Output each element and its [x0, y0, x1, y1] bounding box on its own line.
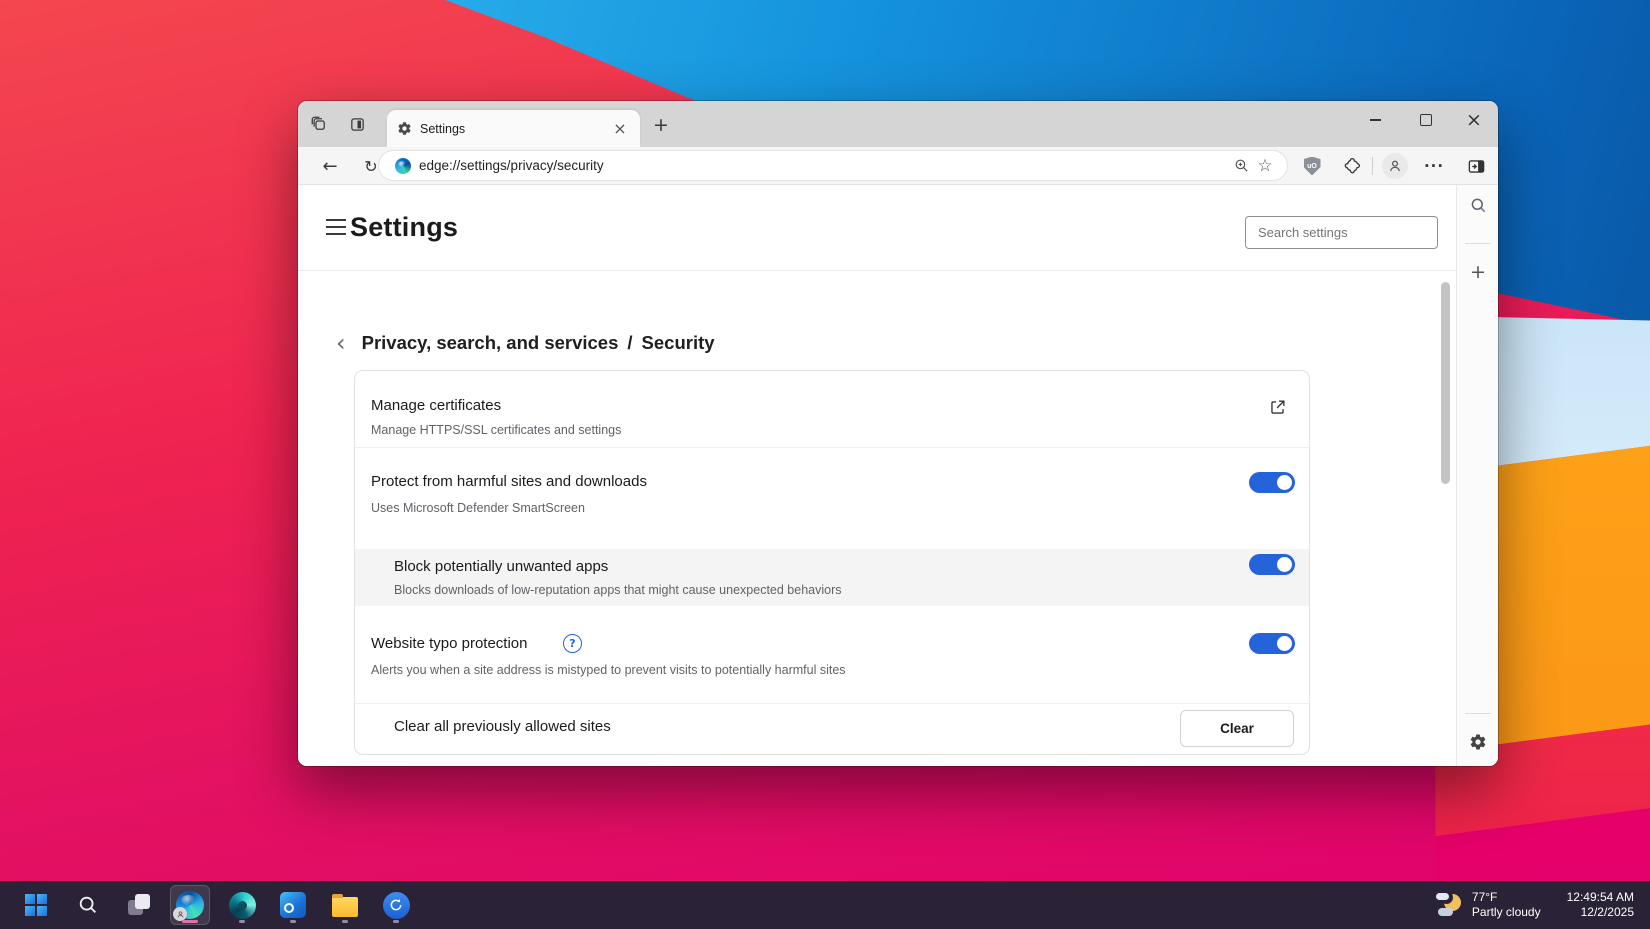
smartscreen-toggle[interactable]	[1249, 472, 1295, 493]
header-divider	[298, 270, 1456, 271]
security-settings-card: Manage certificates Manage HTTPS/SSL cer…	[354, 370, 1310, 755]
adblock-shield-icon[interactable]: uO	[1298, 152, 1326, 180]
workspaces-icon[interactable]	[306, 111, 332, 137]
desktop: Settings × + × ← ↻ edge://settings/priva…	[0, 0, 1650, 929]
sync-app-icon	[383, 892, 410, 919]
weather-condition: Partly cloudy	[1472, 905, 1541, 920]
breadcrumb-back-icon[interactable]: ‹	[336, 332, 346, 354]
tab-close-icon[interactable]: ×	[610, 119, 630, 139]
breadcrumb-current: Security	[642, 332, 715, 354]
sidebar-add-icon[interactable]: +	[1464, 258, 1492, 286]
search-icon	[77, 894, 99, 916]
extensions-icon[interactable]	[1337, 152, 1365, 180]
split-screen-icon[interactable]	[1462, 152, 1490, 180]
zoom-in-icon[interactable]	[1229, 154, 1253, 178]
edge-profile-badge	[173, 907, 187, 921]
partly-cloudy-night-icon	[1435, 891, 1463, 919]
browser-window: Settings × + × ← ↻ edge://settings/priva…	[298, 101, 1498, 766]
taskbar-file-explorer-button[interactable]	[325, 885, 365, 925]
more-menu-icon[interactable]: ···	[1420, 152, 1448, 180]
row-title: Clear all previously allowed sites	[394, 718, 611, 735]
clear-button[interactable]: Clear	[1180, 710, 1294, 747]
address-bar[interactable]: edge://settings/privacy/security ☆	[379, 151, 1287, 180]
weather-widget[interactable]: 77°F Partly cloudy	[1435, 890, 1541, 920]
taskbar-edge-button[interactable]	[170, 885, 210, 925]
taskbar-search-button[interactable]	[68, 885, 108, 925]
taskbar-sync-app-button[interactable]	[376, 885, 416, 925]
window-close-button[interactable]: ×	[1452, 101, 1496, 139]
row-subtitle: Manage HTTPS/SSL certificates and settin…	[371, 423, 621, 437]
task-view-icon	[127, 893, 151, 917]
edge-icon	[176, 891, 204, 919]
edge-favicon-icon	[395, 158, 411, 174]
tab-favicon-gear-icon	[397, 121, 412, 136]
tab-title: Settings	[420, 122, 610, 136]
breadcrumb: ‹ Privacy, search, and services / Securi…	[336, 332, 715, 354]
favorite-star-icon[interactable]: ☆	[1253, 154, 1277, 178]
task-view-button[interactable]	[119, 885, 159, 925]
adblock-badge-text: uO	[1307, 163, 1317, 170]
toolbar-divider	[1372, 157, 1373, 175]
tab-actions-icon[interactable]	[344, 111, 370, 137]
tab-settings[interactable]: Settings ×	[387, 110, 640, 147]
swirl-app-icon	[229, 892, 256, 919]
windows-logo-icon	[25, 894, 47, 916]
row-subtitle: Alerts you when a site address is mistyp…	[371, 663, 846, 677]
row-title: Manage certificates	[371, 397, 501, 414]
tab-strip: Settings × + ×	[298, 101, 1498, 147]
row-block-pua: Block potentially unwanted apps Blocks d…	[355, 549, 1309, 606]
scrollbar-thumb[interactable]	[1441, 282, 1450, 484]
taskbar-swirl-app-button[interactable]	[222, 885, 262, 925]
outlook-icon	[280, 892, 306, 918]
search-settings-input[interactable]	[1245, 216, 1438, 249]
typo-protection-toggle[interactable]	[1249, 633, 1295, 654]
file-explorer-icon	[332, 897, 358, 917]
tray-date: 12/2/2025	[1567, 905, 1634, 920]
taskbar-outlook-button[interactable]	[273, 885, 313, 925]
row-divider	[355, 447, 1309, 448]
row-divider	[355, 703, 1309, 704]
browser-body: Settings ‹ Privacy, search, and services…	[298, 185, 1498, 766]
page-title: Settings	[350, 212, 458, 243]
open-external-icon[interactable]	[1268, 398, 1287, 422]
window-maximize-button[interactable]	[1404, 101, 1448, 139]
clock-widget[interactable]: 12:49:54 AM 12/2/2025	[1567, 890, 1634, 920]
row-title: Protect from harmful sites and downloads	[371, 473, 647, 490]
sidebar-divider	[1465, 713, 1491, 714]
settings-page: Settings ‹ Privacy, search, and services…	[298, 185, 1456, 766]
new-tab-button[interactable]: +	[648, 112, 674, 138]
tray-time: 12:49:54 AM	[1567, 890, 1634, 905]
block-pua-toggle[interactable]	[1249, 554, 1295, 575]
weather-temperature: 77°F	[1472, 890, 1541, 905]
start-button[interactable]	[16, 885, 56, 925]
row-subtitle: Blocks downloads of low-reputation apps …	[394, 583, 842, 597]
row-title: Block potentially unwanted apps	[394, 558, 608, 575]
url-text[interactable]: edge://settings/privacy/security	[419, 158, 1229, 173]
help-icon[interactable]: ?	[563, 634, 582, 653]
system-tray: 77°F Partly cloudy 12:49:54 AM 12/2/2025	[1435, 881, 1650, 929]
breadcrumb-separator: /	[627, 332, 632, 354]
breadcrumb-parent[interactable]: Privacy, search, and services	[362, 332, 619, 354]
edge-sidebar: +	[1456, 185, 1498, 766]
row-subtitle: Uses Microsoft Defender SmartScreen	[371, 501, 585, 515]
menu-hamburger-icon[interactable]	[326, 219, 346, 235]
back-icon[interactable]: ←	[316, 152, 344, 180]
sidebar-search-icon[interactable]	[1464, 191, 1492, 219]
taskbar: 77°F Partly cloudy 12:49:54 AM 12/2/2025	[0, 881, 1650, 929]
row-title: Website typo protection	[371, 635, 527, 652]
browser-toolbar: ← ↻ edge://settings/privacy/security ☆ u…	[298, 147, 1498, 185]
sidebar-settings-gear-icon[interactable]	[1464, 728, 1492, 756]
sidebar-divider	[1465, 243, 1491, 244]
window-minimize-button[interactable]	[1353, 101, 1397, 139]
profile-icon[interactable]	[1381, 152, 1409, 180]
